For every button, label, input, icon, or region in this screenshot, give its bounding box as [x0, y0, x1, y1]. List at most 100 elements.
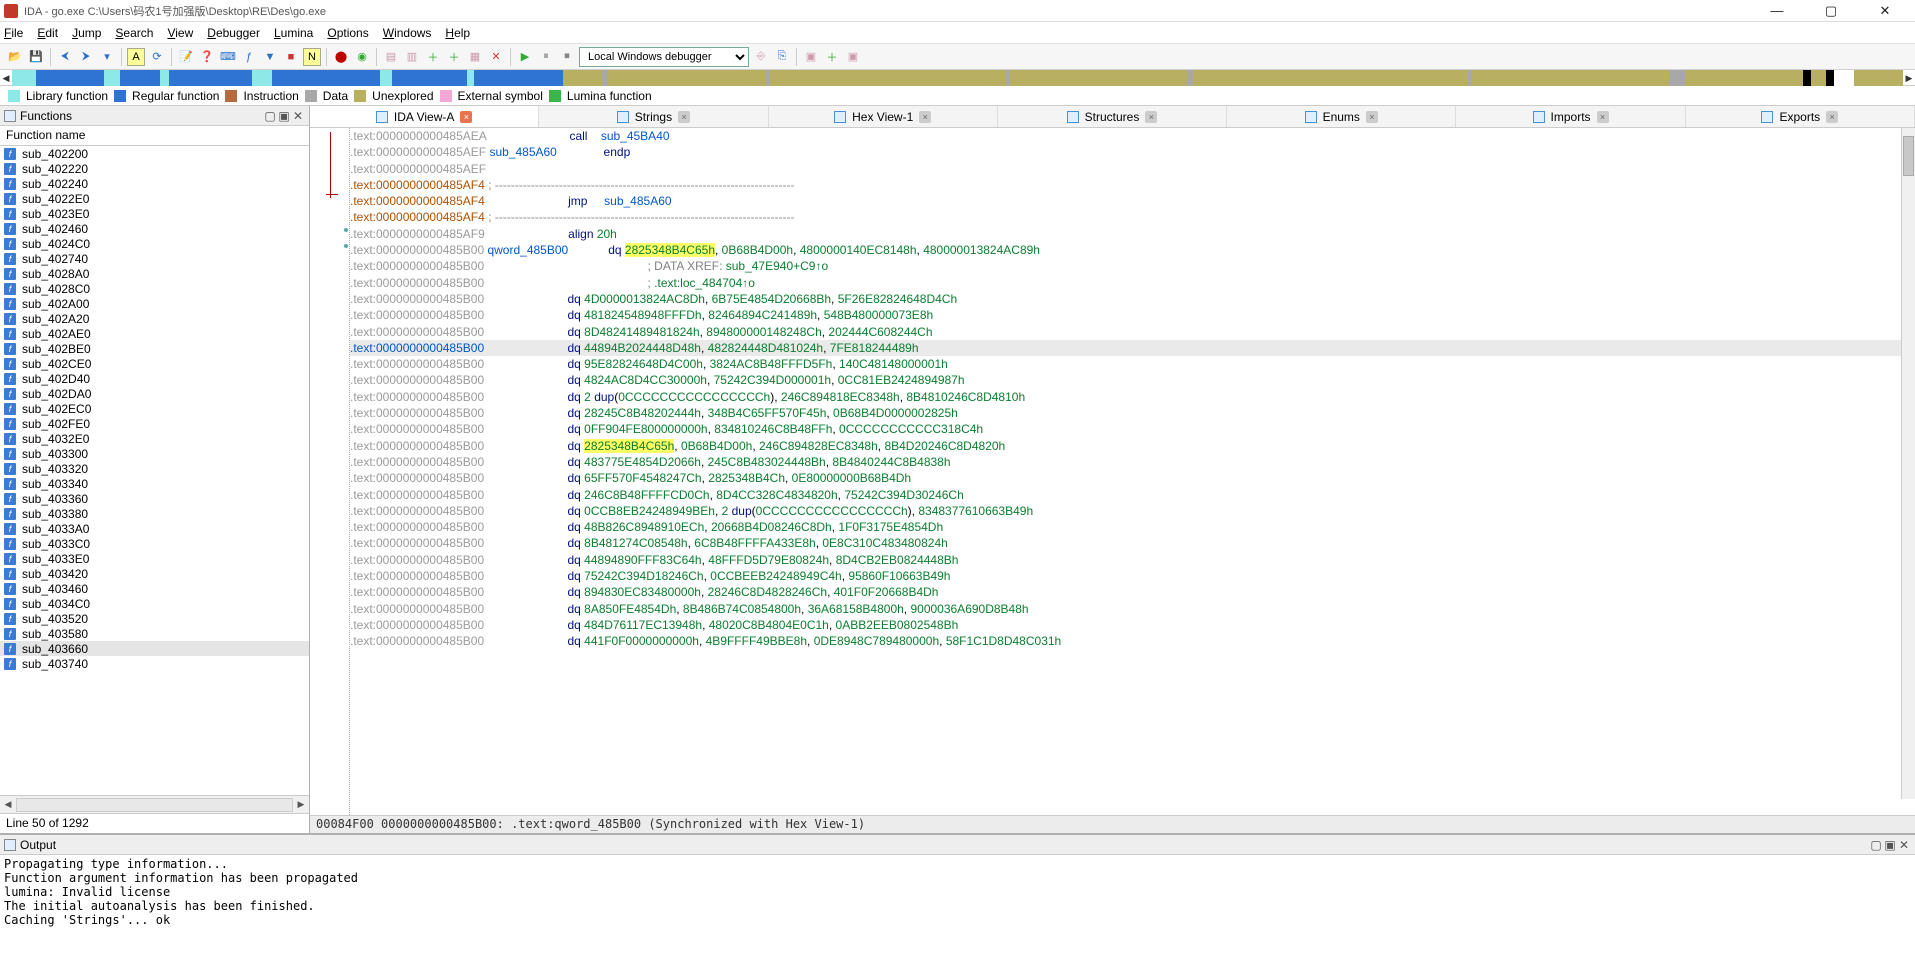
win3-icon[interactable]: ▣ [844, 48, 862, 66]
dbg1-icon[interactable]: ⎆ [752, 48, 770, 66]
function-row[interactable]: fsub_4022E0 [0, 191, 309, 206]
tab-imports[interactable]: Imports× [1456, 106, 1685, 127]
function-row[interactable]: fsub_4032E0 [0, 431, 309, 446]
stop2-icon[interactable]: ⏹ [558, 48, 576, 66]
function-row[interactable]: fsub_4028A0 [0, 266, 309, 281]
menu-view[interactable]: View [167, 26, 193, 40]
out-close-icon[interactable]: ✕ [1897, 838, 1911, 852]
function-row[interactable]: fsub_402FE0 [0, 416, 309, 431]
menu-search[interactable]: Search [115, 26, 153, 40]
disasm-line[interactable]: .text:0000000000485B00 dq 484D76117EC139… [350, 617, 1901, 633]
disasm-line[interactable]: .text:0000000000485B00 dq 8D482414894818… [350, 324, 1901, 340]
function-row[interactable]: fsub_402460 [0, 221, 309, 236]
function-row[interactable]: fsub_4023E0 [0, 206, 309, 221]
disasm-line[interactable]: .text:0000000000485AEF sub_485A60 endp [350, 144, 1901, 160]
disasm-line[interactable]: .text:0000000000485B00 dq 0CCB8EB2424894… [350, 503, 1901, 519]
tool-a-icon[interactable]: A [127, 48, 145, 66]
nav-strip[interactable] [12, 70, 1903, 85]
function-row[interactable]: fsub_402AE0 [0, 326, 309, 341]
disasm-line[interactable]: .text:0000000000485B00 dq 75242C394D1824… [350, 568, 1901, 584]
function-row[interactable]: fsub_402D40 [0, 371, 309, 386]
plus1-icon[interactable]: ＋ [424, 48, 442, 66]
function-row[interactable]: fsub_4033C0 [0, 536, 309, 551]
tab-close-icon[interactable]: × [678, 111, 690, 123]
func-icon[interactable]: ƒ [240, 48, 258, 66]
function-row[interactable]: fsub_403740 [0, 656, 309, 671]
function-row[interactable]: fsub_402A00 [0, 296, 309, 311]
scroll-left-icon[interactable]: ◀ [0, 799, 16, 810]
disasm-line[interactable]: .text:0000000000485B00 dq 8B481274C08548… [350, 535, 1901, 551]
disasm-vscroll[interactable] [1901, 128, 1915, 799]
function-row[interactable]: fsub_402240 [0, 176, 309, 191]
function-row[interactable]: fsub_4033E0 [0, 551, 309, 566]
code-icon[interactable]: ⌨ [219, 48, 237, 66]
maximize-button[interactable]: ▢ [1813, 3, 1849, 19]
disasm-line[interactable]: .text:0000000000485AEA call sub_45BA40 [350, 128, 1901, 144]
win2-icon[interactable]: ＋ [823, 48, 841, 66]
tab-close-icon[interactable]: × [919, 111, 931, 123]
pane-close-icon[interactable]: ✕ [291, 109, 305, 123]
nav-right-icon[interactable]: ▶ [1903, 70, 1915, 85]
function-row[interactable]: fsub_402CE0 [0, 356, 309, 371]
disasm-line[interactable]: .text:0000000000485B00 dq 48B826C8948910… [350, 519, 1901, 535]
disasm-line[interactable]: .text:0000000000485AF4 ; ---------------… [350, 209, 1901, 225]
menu-jump[interactable]: Jump [72, 26, 101, 40]
functions-hscroll[interactable]: ◀ ▶ [0, 795, 309, 813]
disasm-line[interactable]: .text:0000000000485B00 dq 441F0F00000000… [350, 633, 1901, 649]
function-row[interactable]: fsub_4028C0 [0, 281, 309, 296]
disasm-line[interactable]: .text:0000000000485B00 dq 28245C8B482024… [350, 405, 1901, 421]
disasm-line[interactable]: .text:0000000000485B00 dq 8A850FE4854Dh,… [350, 601, 1901, 617]
function-row[interactable]: fsub_4024C0 [0, 236, 309, 251]
disasm-line[interactable]: .text:0000000000485B00 dq 2 dup(0CCCCCCC… [350, 389, 1901, 405]
disasm-line[interactable]: .text:0000000000485AF4 ; ---------------… [350, 177, 1901, 193]
functions-column-header[interactable]: Function name [0, 126, 309, 146]
function-row[interactable]: fsub_403340 [0, 476, 309, 491]
menu-edit[interactable]: Edit [37, 26, 58, 40]
disasm-line[interactable]: .text:0000000000485B00 dq 2825348B4C65h,… [350, 438, 1901, 454]
tab-close-icon[interactable]: × [460, 111, 472, 123]
disasm-line[interactable]: .text:0000000000485B00 dq 483775E4854D20… [350, 454, 1901, 470]
navigation-band[interactable]: ◀ ▶ [0, 70, 1915, 86]
save-icon[interactable]: 💾 [27, 48, 45, 66]
tool-n-icon[interactable]: N [303, 48, 321, 66]
tab-close-icon[interactable]: × [1826, 111, 1838, 123]
disasm-line[interactable]: .text:0000000000485B00 dq 95E82824648D4C… [350, 356, 1901, 372]
function-row[interactable]: fsub_402220 [0, 161, 309, 176]
pane-max-icon[interactable]: ▣ [277, 109, 291, 123]
disasm-line[interactable]: .text:0000000000485B00 ; .text:loc_48470… [350, 275, 1901, 291]
win1-icon[interactable]: ▣ [802, 48, 820, 66]
tab-exports[interactable]: Exports× [1686, 106, 1915, 127]
nav-back-icon[interactable]: ⮜ [56, 48, 74, 66]
disasm-line[interactable]: .text:0000000000485B00 dq 65FF570F454824… [350, 470, 1901, 486]
disasm-line[interactable]: .text:0000000000485B00 dq 4824AC8D4CC300… [350, 372, 1901, 388]
struct-icon[interactable]: ▤ [382, 48, 400, 66]
disasm-line[interactable]: .text:0000000000485AEF [350, 161, 1901, 177]
struct2-icon[interactable]: ▥ [403, 48, 421, 66]
debugger-select[interactable]: Local Windows debugger [579, 47, 749, 67]
output-text[interactable]: Propagating type information... Function… [0, 855, 1915, 953]
out-max-icon[interactable]: ▣ [1883, 838, 1897, 852]
scroll-thumb[interactable] [1903, 136, 1914, 176]
pause-icon[interactable]: ⏸ [537, 48, 555, 66]
function-row[interactable]: fsub_403460 [0, 581, 309, 596]
nav-fwd-icon[interactable]: ⮞ [77, 48, 95, 66]
tab-strings[interactable]: Strings× [539, 106, 768, 127]
menu-help[interactable]: Help [445, 26, 470, 40]
disasm-line[interactable]: .text:0000000000485AF9 align 20h [350, 226, 1901, 242]
function-row[interactable]: fsub_4034C0 [0, 596, 309, 611]
functions-list[interactable]: fsub_402200fsub_402220fsub_402240fsub_40… [0, 146, 309, 795]
disasm-line[interactable]: .text:0000000000485B00 dq 44894B2024448D… [350, 340, 1901, 356]
dbg2-icon[interactable]: ⎘ [773, 48, 791, 66]
tab-close-icon[interactable]: × [1597, 111, 1609, 123]
menu-lumina[interactable]: Lumina [274, 26, 313, 40]
function-row[interactable]: fsub_403580 [0, 626, 309, 641]
nav-left-icon[interactable]: ◀ [0, 70, 12, 85]
bp-icon[interactable]: ⬤ [332, 48, 350, 66]
run-icon[interactable]: ▶ [516, 48, 534, 66]
plus2-icon[interactable]: ＋ [445, 48, 463, 66]
menu-file[interactable]: File [4, 26, 23, 40]
function-row[interactable]: fsub_403320 [0, 461, 309, 476]
tab-close-icon[interactable]: × [1366, 111, 1378, 123]
function-row[interactable]: fsub_402200 [0, 146, 309, 161]
function-row[interactable]: fsub_4033A0 [0, 521, 309, 536]
